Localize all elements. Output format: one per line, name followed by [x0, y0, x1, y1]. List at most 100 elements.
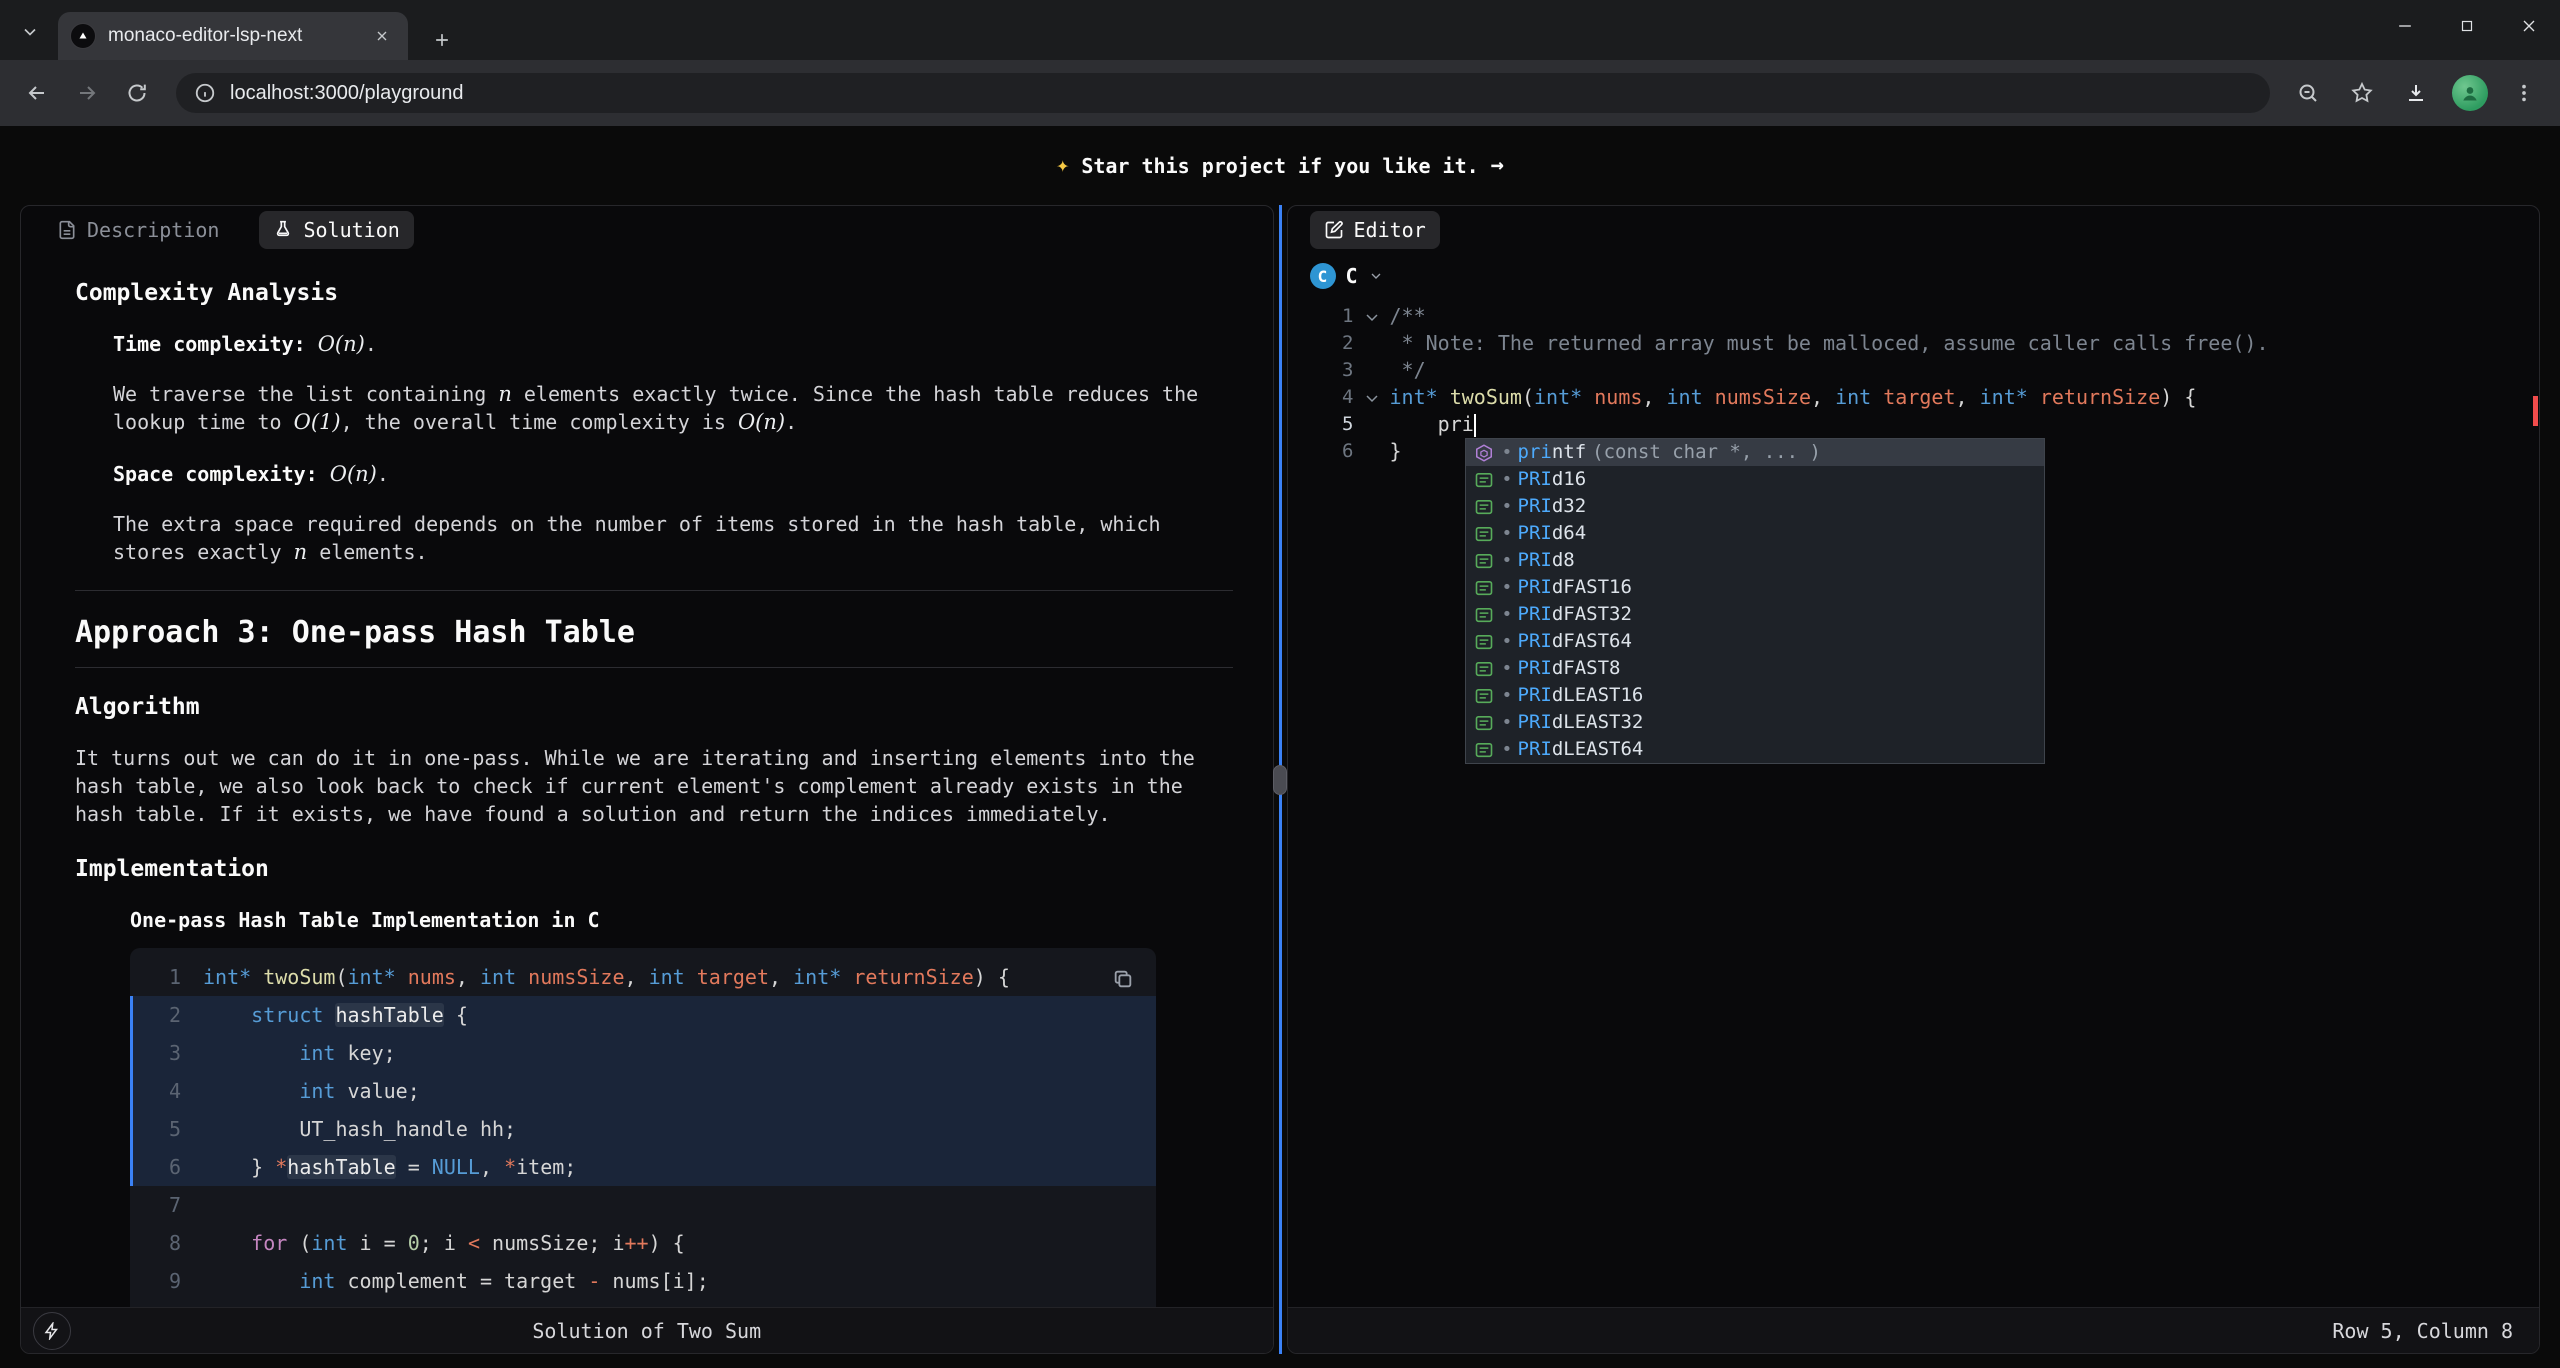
algorithm-paragraph: It turns out we can do it in one-pass. W…: [75, 744, 1233, 828]
suggestion-item[interactable]: •PRId16: [1466, 466, 2044, 493]
code-token: [2028, 385, 2040, 409]
back-icon[interactable]: [12, 68, 62, 118]
suggestion-item[interactable]: •PRIdLEAST32: [1466, 709, 2044, 736]
code-token: =: [396, 1155, 432, 1179]
suggestion-item[interactable]: •PRIdFAST32: [1466, 601, 2044, 628]
suggestion-label: PRIdFAST32: [1518, 601, 1632, 628]
new-tab-button[interactable]: [424, 22, 460, 58]
left-panel: Description Solution Complexity Analysis…: [20, 205, 1274, 1354]
space-complexity-paragraph: The extra space required depends on the …: [113, 510, 1233, 566]
code-line: 8 for (int i = 0; i < numsSize; i++) {: [130, 1224, 1156, 1262]
macro-icon: [1472, 522, 1496, 546]
code-line: 3 int key;: [130, 1034, 1156, 1072]
editor-line[interactable]: 4int* twoSum(int* nums, int numsSize, in…: [1288, 384, 2540, 411]
section-divider: [75, 590, 1233, 591]
lightning-button[interactable]: [33, 1312, 71, 1350]
editor-line[interactable]: 1/**: [1288, 303, 2540, 330]
suggestion-item[interactable]: •printf(const char *, ... ): [1466, 439, 2044, 466]
language-selector[interactable]: C C: [1288, 254, 2540, 298]
tab-description[interactable]: Description: [43, 211, 233, 249]
code-token: }: [203, 1155, 275, 1179]
math-expression: O(n): [330, 462, 377, 486]
star-banner-link[interactable]: ✦ Star this project if you like it. →: [0, 126, 2560, 205]
right-statusbar: Row 5, Column 8: [1288, 1307, 2540, 1353]
suggestion-item[interactable]: •PRIdLEAST16: [1466, 682, 2044, 709]
code-token: [203, 1079, 299, 1103]
editor-line-number: 4: [1288, 384, 1354, 411]
solution-document[interactable]: Complexity Analysis Time complexity: O(n…: [21, 254, 1273, 1307]
code-token: int*: [1534, 385, 1582, 409]
code-token: [1582, 385, 1594, 409]
suggestion-item[interactable]: •PRIdFAST64: [1466, 628, 2044, 655]
editor-line[interactable]: 2 * Note: The returned array must be mal…: [1288, 330, 2540, 357]
code-line: 2 struct hashTable {: [130, 996, 1156, 1034]
tab-solution-label: Solution: [303, 218, 399, 242]
address-bar[interactable]: localhost:3000/playground: [176, 73, 2270, 113]
profile-avatar[interactable]: [2452, 75, 2488, 111]
time-complexity-line: Time complexity: O(n).: [113, 330, 1233, 358]
forward-icon[interactable]: [62, 68, 112, 118]
code-line: 7: [130, 1186, 1156, 1224]
tab-search-chevron-icon[interactable]: [16, 18, 44, 46]
left-statusbar: Solution of Two Sum: [21, 1307, 1273, 1353]
code-token: int: [1667, 385, 1703, 409]
resizer-grip-handle[interactable]: [1273, 765, 1287, 795]
code-token: int: [1835, 385, 1871, 409]
download-icon[interactable]: [2392, 69, 2440, 117]
code-token: numsSize: [1715, 385, 1811, 409]
code-token: twoSum: [1450, 385, 1522, 409]
panel-resizer[interactable]: [1274, 205, 1287, 1354]
code-token: [323, 1003, 335, 1027]
code-token: ,: [1811, 385, 1835, 409]
zoom-icon[interactable]: [2284, 69, 2332, 117]
editor-line[interactable]: 5 pri: [1288, 411, 2540, 438]
browser-tab[interactable]: monaco-editor-lsp-next: [58, 12, 408, 60]
code-token: (: [287, 1231, 311, 1255]
code-token: int: [311, 1231, 347, 1255]
line-number: 9: [133, 1262, 181, 1300]
autocomplete-widget: •printf(const char *, ... )•PRId16•PRId3…: [1465, 438, 2045, 764]
window-close-icon[interactable]: [2498, 0, 2560, 52]
fold-chevron-icon[interactable]: [1364, 309, 1380, 325]
suggestion-item[interactable]: •PRIdFAST16: [1466, 574, 2044, 601]
suggestion-item[interactable]: •PRId32: [1466, 493, 2044, 520]
suggestion-item[interactable]: •PRIdLEAST64: [1466, 736, 2044, 763]
code-token: [203, 1041, 299, 1065]
editor-line[interactable]: 3 */: [1288, 357, 2540, 384]
code-token: nums: [408, 965, 456, 989]
suggestion-dot: •: [1502, 736, 1512, 763]
code-token: returnSize: [853, 965, 973, 989]
window-maximize-icon[interactable]: [2436, 0, 2498, 52]
macro-icon: [1472, 468, 1496, 492]
code-token: nums[i];: [600, 1269, 708, 1293]
code-token: (: [1522, 385, 1534, 409]
site-info-icon[interactable]: [194, 82, 216, 104]
code-token: [1438, 385, 1450, 409]
suggestion-item[interactable]: •PRId64: [1466, 520, 2044, 547]
code-token: {: [444, 1003, 468, 1027]
code-token: ++: [625, 1231, 649, 1255]
code-token: complement = target: [335, 1269, 588, 1293]
code-token: *: [275, 1155, 287, 1179]
suggestion-item[interactable]: •PRId8: [1466, 547, 2044, 574]
tab-editor[interactable]: Editor: [1310, 211, 1440, 249]
window-minimize-icon[interactable]: [2374, 0, 2436, 52]
code-token: ,: [1956, 385, 1980, 409]
bookmark-star-icon[interactable]: [2338, 69, 2386, 117]
menu-kebab-icon[interactable]: [2500, 69, 2548, 117]
tab-solution[interactable]: Solution: [259, 211, 413, 249]
monaco-editor[interactable]: 1/**2 * Note: The returned array must be…: [1288, 298, 2540, 1307]
code-token: <: [468, 1231, 480, 1255]
complexity-section: Time complexity: O(n). We traverse the l…: [75, 330, 1233, 566]
code-token: ;: [564, 1155, 576, 1179]
copy-icon[interactable]: [1104, 960, 1142, 998]
math-expression: O(n): [318, 332, 365, 356]
suggestion-item[interactable]: •PRIdFAST8: [1466, 655, 2044, 682]
reload-icon[interactable]: [112, 68, 162, 118]
macro-icon: [1472, 495, 1496, 519]
macro-icon: [1472, 711, 1496, 735]
macro-icon: [1472, 549, 1496, 573]
tab-close-icon[interactable]: [368, 22, 396, 50]
code-token: hashTable: [335, 1003, 443, 1027]
fold-chevron-icon[interactable]: [1364, 390, 1380, 406]
